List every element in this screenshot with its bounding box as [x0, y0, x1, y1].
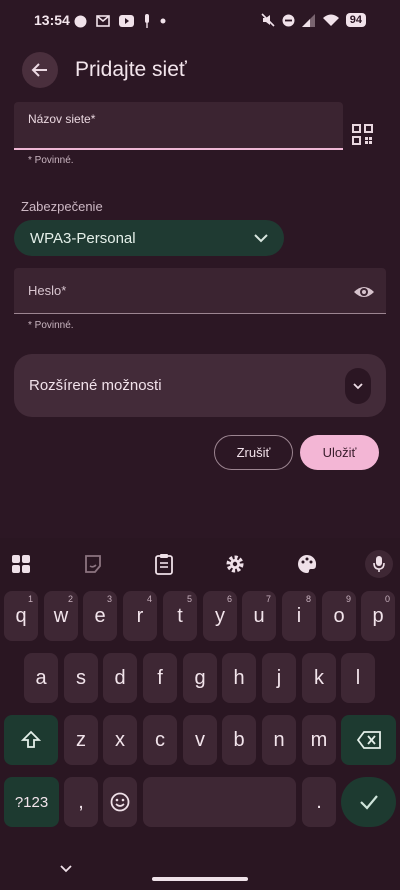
- network-name-field[interactable]: [14, 102, 343, 150]
- network-name-label: Názov siete*: [28, 112, 96, 126]
- key-x[interactable]: x: [103, 715, 137, 765]
- space-key[interactable]: [143, 777, 296, 827]
- key-c[interactable]: c: [143, 715, 177, 765]
- password-field[interactable]: [14, 268, 386, 314]
- key-v[interactable]: v: [183, 715, 217, 765]
- key-q[interactable]: q1: [4, 591, 38, 641]
- palette-icon: [298, 554, 317, 573]
- password-helper: * Povinné.: [28, 320, 74, 331]
- do-not-disturb-icon: [282, 14, 295, 26]
- signal-icon: [301, 13, 315, 27]
- mail-notification-icon: [96, 15, 110, 27]
- apps-grid-icon: [12, 555, 30, 573]
- system-icons: 94: [261, 13, 366, 27]
- key-s[interactable]: s: [64, 653, 98, 703]
- password-label: Heslo*: [28, 283, 67, 298]
- check-icon: [359, 795, 378, 810]
- chevron-down-icon: [353, 382, 363, 389]
- wifi-icon: [322, 14, 339, 26]
- security-label: Zabezpečenie: [21, 199, 103, 214]
- youtube-notification-icon: [119, 15, 134, 27]
- key-t[interactable]: t5: [163, 591, 197, 641]
- key-i[interactable]: i8: [282, 591, 316, 641]
- key-z[interactable]: z: [64, 715, 98, 765]
- pin-notification-icon: [145, 14, 149, 28]
- network-name-helper: * Povinné.: [28, 155, 74, 166]
- settings-button[interactable]: [223, 552, 247, 576]
- key-k[interactable]: k: [302, 653, 336, 703]
- emoji-icon: [110, 792, 130, 812]
- hide-keyboard-button[interactable]: [60, 860, 72, 878]
- backspace-key[interactable]: [341, 715, 396, 765]
- clipboard-icon: [155, 554, 173, 575]
- eye-icon: [354, 287, 374, 297]
- key-m[interactable]: m: [302, 715, 336, 765]
- key-b[interactable]: b: [222, 715, 256, 765]
- battery-icon: 94: [345, 13, 366, 27]
- expand-advanced-button[interactable]: [345, 368, 371, 404]
- security-value: WPA3-Personal: [30, 229, 136, 247]
- qr-code-icon: [352, 124, 373, 145]
- sticker-icon: [85, 555, 101, 573]
- key-a[interactable]: a: [24, 653, 58, 703]
- cancel-button[interactable]: Zrušiť: [214, 435, 293, 470]
- chevron-down-icon: [254, 233, 268, 242]
- security-dropdown[interactable]: WPA3-Personal: [14, 220, 284, 256]
- sticker-button[interactable]: [81, 552, 105, 576]
- enter-key[interactable]: [341, 777, 396, 827]
- notification-icons: [74, 14, 166, 28]
- key-h[interactable]: h: [222, 653, 256, 703]
- mute-icon: [261, 13, 275, 27]
- circle-notification-icon: [74, 15, 87, 27]
- chevron-down-icon: [60, 865, 72, 873]
- theme-button[interactable]: [295, 552, 319, 576]
- period-key[interactable]: .: [302, 777, 336, 827]
- status-time: 13:54: [34, 12, 70, 28]
- symbols-key[interactable]: ?123: [4, 777, 59, 827]
- key-w[interactable]: w2: [44, 591, 78, 641]
- save-button[interactable]: Uložiť: [300, 435, 379, 470]
- page-title: Pridajte sieť: [75, 58, 187, 81]
- key-l[interactable]: l: [341, 653, 375, 703]
- comma-key[interactable]: ,: [64, 777, 98, 827]
- key-d[interactable]: d: [103, 653, 137, 703]
- shift-icon: [21, 730, 41, 748]
- show-password-button[interactable]: [352, 280, 376, 304]
- dot-notification-icon: [160, 18, 166, 24]
- key-e[interactable]: e3: [83, 591, 117, 641]
- qr-scan-button[interactable]: [352, 124, 374, 146]
- emoji-key[interactable]: [103, 777, 137, 827]
- advanced-options-label: Rozšírené možnosti: [29, 377, 162, 394]
- key-y[interactable]: y6: [203, 591, 237, 641]
- key-g[interactable]: g: [183, 653, 217, 703]
- key-p[interactable]: p0: [361, 591, 395, 641]
- backspace-icon: [356, 731, 381, 749]
- voice-input-button[interactable]: [365, 550, 393, 578]
- apps-grid-button[interactable]: [9, 552, 33, 576]
- clipboard-button[interactable]: [152, 552, 176, 576]
- gear-icon: [226, 555, 244, 573]
- shift-key[interactable]: [4, 715, 58, 765]
- arrow-back-icon: [31, 63, 47, 77]
- key-j[interactable]: j: [262, 653, 296, 703]
- microphone-icon: [373, 556, 385, 572]
- key-n[interactable]: n: [262, 715, 296, 765]
- key-o[interactable]: o9: [322, 591, 356, 641]
- key-r[interactable]: r4: [123, 591, 157, 641]
- back-button[interactable]: [22, 52, 58, 88]
- home-indicator[interactable]: [152, 877, 248, 881]
- key-u[interactable]: u7: [242, 591, 276, 641]
- key-f[interactable]: f: [143, 653, 177, 703]
